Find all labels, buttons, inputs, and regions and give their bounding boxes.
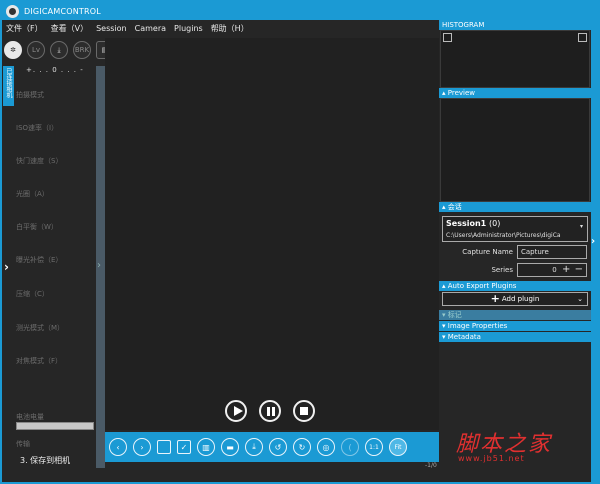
shooting-mode-label[interactable]: 拍摄模式 <box>16 90 44 100</box>
zoom-fit-button[interactable]: Fit <box>389 438 407 456</box>
zoom-fit-label: Fit <box>394 443 402 451</box>
right-panel: HISTOGRAM ▴ Preview ▴ 会话 Session1 (0) C:… <box>439 20 591 482</box>
aperture-label[interactable]: 光圈（A） <box>16 189 49 199</box>
bracketing-button[interactable]: BRK <box>73 41 91 59</box>
white-balance-label[interactable]: 白平衡（W） <box>16 222 58 232</box>
capture-name-input[interactable]: Capture <box>517 245 587 259</box>
menu-help[interactable]: 帮助（H） <box>207 23 253 34</box>
histogram-header[interactable]: HISTOGRAM <box>439 20 591 30</box>
save-icon[interactable]: ⤓ <box>245 438 263 456</box>
series-decrement-icon[interactable]: − <box>575 264 583 275</box>
folder-icon[interactable]: ▬ <box>221 438 239 456</box>
menu-file[interactable]: 文件（F） <box>2 23 47 34</box>
menu-bar: 文件（F） 查看（V） Session Camera Plugins 帮助（H） <box>2 20 438 36</box>
connected-cameras-tab[interactable]: 已连接相机 <box>3 66 14 106</box>
site-watermark: 脚本之家 www.jb51.net <box>456 426 596 466</box>
connected-cameras-label: 已连接相机 <box>5 68 12 98</box>
auto-export-header-label: Auto Export Plugins <box>447 282 517 290</box>
live-view-label: Lv <box>31 46 41 54</box>
compression-label[interactable]: 压缩（C） <box>16 289 49 299</box>
session-header[interactable]: ▴ 会话 <box>439 202 591 212</box>
chevron-right-icon[interactable]: › <box>591 236 595 247</box>
camera-properties-panel: +. . . 0 . . . - 拍摄模式 ISO速率（I） 快门速度（S） 光… <box>14 64 96 478</box>
histogram-toggle-left[interactable] <box>443 33 452 42</box>
transfer-label: 传输 <box>16 440 30 448</box>
menu-view[interactable]: 查看（V） <box>47 23 92 34</box>
title-bar: DIGICAMCONTROL <box>2 2 598 20</box>
preview-header[interactable]: ▴ Preview <box>439 88 591 98</box>
play-button[interactable] <box>225 400 247 422</box>
session-name-text: Session1 <box>446 219 487 228</box>
session-selector[interactable]: Session1 (0) C:\Users\Administrator\Pict… <box>442 216 588 242</box>
exposure-comp-label[interactable]: 曝光补偿（E） <box>16 255 62 265</box>
right-collapse-bar[interactable]: › <box>591 20 599 482</box>
chevron-right-icon[interactable]: › <box>4 260 9 274</box>
session-path: C:\Users\Administrator\Pictures\digiCa <box>446 232 561 239</box>
session-count: (0) <box>489 219 501 228</box>
stop-button[interactable] <box>293 400 315 422</box>
window-title: DIGICAMCONTROL <box>24 6 101 16</box>
session-dropdown-icon[interactable]: ▾ <box>580 223 583 230</box>
menu-camera[interactable]: Camera <box>131 24 170 33</box>
transfer-mode-value[interactable]: 3. 保存到相机 <box>20 455 70 466</box>
exposure-scale[interactable]: +. . . 0 . . . - <box>26 66 84 74</box>
bracketing-label: BRK <box>74 46 90 54</box>
image-properties-header-label: Image Properties <box>447 322 508 330</box>
session-header-label: 会话 <box>447 203 462 211</box>
series-increment-icon[interactable]: + <box>562 264 570 275</box>
app-logo-icon <box>6 4 19 18</box>
metering-mode-label[interactable]: 测光模式（M） <box>16 323 64 333</box>
menu-session[interactable]: Session <box>92 24 131 33</box>
metadata-header[interactable]: ▾ Metadata <box>439 332 591 342</box>
metadata-header-label: Metadata <box>447 333 481 341</box>
tags-header-label: 标记 <box>447 311 462 319</box>
shutter-speed-label[interactable]: 快门速度（S） <box>16 156 62 166</box>
select-box-icon[interactable] <box>157 440 171 454</box>
focus-mode-label[interactable]: 对焦模式（F） <box>16 356 62 366</box>
rotate-left-icon[interactable]: ↺ <box>269 438 287 456</box>
series-stepper[interactable]: 0 + − <box>517 263 587 277</box>
series-label: Series <box>491 266 513 274</box>
watermark-url: www.jb51.net <box>458 454 525 463</box>
tags-header[interactable]: ▾ 标记 <box>439 310 591 320</box>
image-toolbar: ‹ › ✓ ▥ ▬ ⤓ ↺ ↻ ◎ ( 1:1 Fit <box>105 432 439 462</box>
iso-label[interactable]: ISO速率（I） <box>16 123 58 133</box>
plus-icon: + <box>490 292 500 305</box>
battery-level-bar <box>16 422 94 430</box>
zoom-1-1-label: 1:1 <box>369 443 379 451</box>
bracket-icon[interactable]: ( <box>341 438 359 456</box>
image-properties-header[interactable]: ▾ Image Properties <box>439 321 591 331</box>
menu-plugins[interactable]: Plugins <box>170 24 207 33</box>
download-icon[interactable]: ⤓ <box>50 41 68 59</box>
capture-aperture-icon[interactable]: ✲ <box>4 41 22 59</box>
histogram-area <box>440 30 590 88</box>
playback-controls <box>225 400 327 422</box>
page-indicator: -1/0 <box>425 462 437 469</box>
capture-name-label: Capture Name <box>462 248 513 256</box>
add-plugin-label: Add plugin <box>501 295 540 303</box>
preview-thumbnail-area <box>440 98 590 202</box>
image-preview-area <box>105 38 439 430</box>
main-window: DIGICAMCONTROL 文件（F） 查看（V） Session Camer… <box>1 1 599 483</box>
rotate-right-icon[interactable]: ↻ <box>293 438 311 456</box>
add-plugin-button[interactable]: + Add plugin ⌄ <box>442 292 588 306</box>
checkbox-icon[interactable]: ✓ <box>177 440 191 454</box>
pause-button[interactable] <box>259 400 281 422</box>
session-name: Session1 (0) <box>446 219 500 228</box>
preview-header-label: Preview <box>447 89 475 97</box>
chevron-down-icon[interactable]: ⌄ <box>577 293 583 305</box>
auto-export-header[interactable]: ▴ Auto Export Plugins <box>439 281 591 291</box>
live-view-button[interactable]: Lv <box>27 41 45 59</box>
delete-icon[interactable]: ▥ <box>197 438 215 456</box>
zoom-1-1-button[interactable]: 1:1 <box>365 438 383 456</box>
series-value: 0 <box>552 266 557 274</box>
histogram-toggle-right[interactable] <box>578 33 587 42</box>
prev-image-icon[interactable]: ‹ <box>109 438 127 456</box>
splitter-chevron-icon[interactable]: › <box>97 260 101 271</box>
next-image-icon[interactable]: › <box>133 438 151 456</box>
control-icon[interactable]: ◎ <box>317 438 335 456</box>
battery-label: 电池电量 <box>16 413 44 421</box>
